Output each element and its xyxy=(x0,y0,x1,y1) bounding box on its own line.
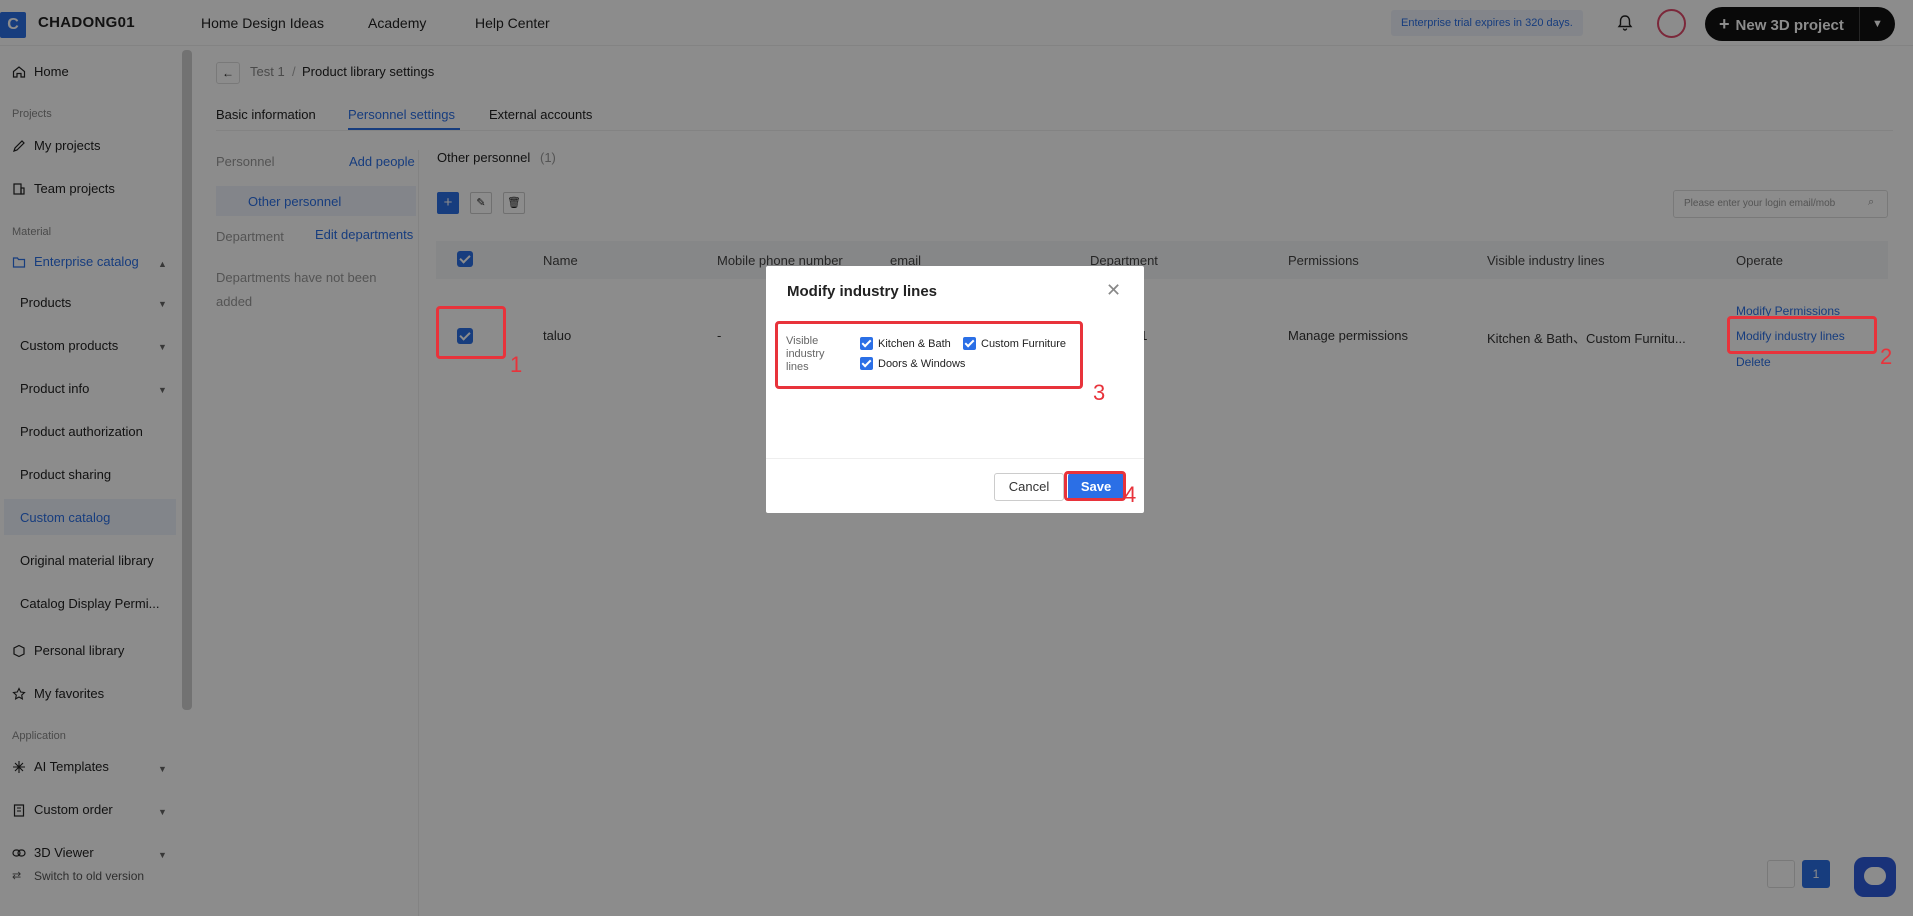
annotation-box-1 xyxy=(436,306,506,359)
annotation-number-1: 1 xyxy=(510,352,523,377)
annotation-number-2: 2 xyxy=(1880,344,1893,369)
annotation-number-3: 3 xyxy=(1093,380,1106,405)
annotation-box-3 xyxy=(775,321,1083,389)
dialog-footer-divider xyxy=(766,458,1144,459)
annotation-number-4: 4 xyxy=(1124,482,1137,507)
close-icon[interactable]: ✕ xyxy=(1106,280,1121,301)
annotation-box-2 xyxy=(1727,316,1877,354)
annotation-box-4 xyxy=(1064,471,1126,501)
dialog-title: Modify industry lines xyxy=(787,283,938,300)
cancel-button[interactable]: Cancel xyxy=(994,473,1064,501)
